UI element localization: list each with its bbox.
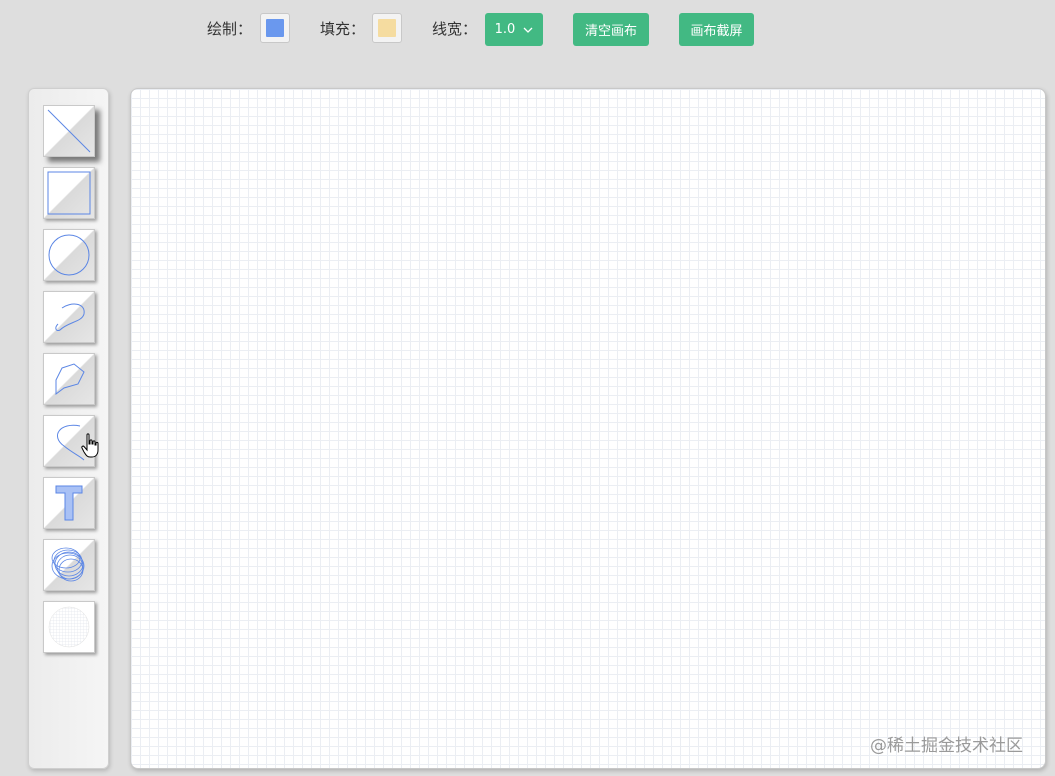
tool-sidebar — [28, 88, 109, 769]
fill-color-picker[interactable] — [372, 13, 402, 43]
draw-color-swatch — [266, 19, 284, 37]
polygon-icon — [55, 363, 85, 395]
draw-color-label: 绘制： — [207, 20, 253, 38]
polygon-tool[interactable] — [43, 353, 95, 405]
rectangle-icon — [47, 171, 91, 215]
line-width-value: 1.0 — [494, 22, 516, 37]
canvas-screenshot-button[interactable]: 画布截屏 — [679, 13, 754, 46]
hand-pointer-cursor-icon — [81, 433, 99, 458]
line-width-label: 线宽： — [432, 20, 478, 38]
rectangle-tool[interactable] — [43, 167, 95, 219]
text-icon — [55, 485, 83, 521]
watermark: @稀土掘金技术社区 — [870, 736, 1023, 756]
top-toolbar: 绘制： 填充： 线宽： 1.0 清空画布 画布截屏 — [0, 12, 1055, 48]
line-width-select[interactable]: 1.0 — [485, 13, 543, 46]
fill-color-label: 填充： — [320, 20, 366, 38]
line-icon — [47, 109, 91, 153]
eraser-icon — [48, 606, 90, 648]
spirograph-tool[interactable] — [43, 539, 95, 591]
freehand-curve-tool[interactable] — [43, 291, 95, 343]
chevron-down-icon — [523, 27, 533, 33]
text-tool[interactable] — [43, 477, 95, 529]
drawing-canvas[interactable]: @稀土掘金技术社区 — [130, 88, 1046, 769]
draw-color-picker[interactable] — [260, 13, 290, 43]
spirograph-icon — [51, 547, 85, 582]
clear-canvas-button[interactable]: 清空画布 — [573, 13, 649, 46]
curve-icon — [55, 303, 85, 331]
circle-icon — [48, 234, 90, 276]
fill-color-swatch — [378, 19, 396, 37]
eraser-tool[interactable] — [43, 601, 95, 653]
line-tool[interactable] — [43, 105, 95, 157]
circle-tool[interactable] — [43, 229, 95, 281]
